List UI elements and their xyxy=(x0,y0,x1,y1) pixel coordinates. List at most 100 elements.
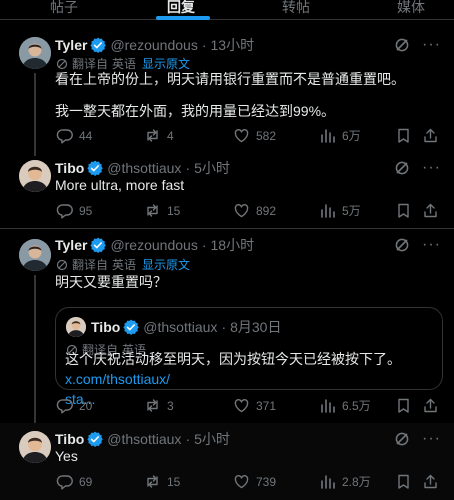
avatar[interactable] xyxy=(19,431,51,463)
like-count: 582 xyxy=(256,128,277,143)
repost-icon xyxy=(147,204,158,217)
more-options-icon[interactable]: ··· xyxy=(422,37,440,57)
views-icon xyxy=(321,399,335,413)
quoted-tweet[interactable]: Tibo @thsottiaux · 8月30日 翻译自 英语 这个庆祝活动移至… xyxy=(55,307,443,407)
grok-icon[interactable] xyxy=(394,431,410,447)
tweet-text: 明天又要重置吗？ xyxy=(55,274,167,290)
reply-button[interactable]: 69 xyxy=(56,473,92,490)
view-count: 6.5万 xyxy=(342,399,371,413)
tweet-header: Tibo @thsottiaux · 5小时 xyxy=(55,429,230,449)
translate-language: 英语 xyxy=(112,258,137,272)
verified-badge-icon xyxy=(87,160,104,176)
view-count: 2.8万 xyxy=(342,475,371,489)
quoted-tweet-header: Tibo @thsottiaux · 8月30日 xyxy=(91,319,282,335)
tab-reposts[interactable]: 转帖 xyxy=(282,0,310,14)
repost-icon xyxy=(147,475,158,488)
tab-posts[interactable]: 帖子 xyxy=(50,0,78,14)
repost-count: 4 xyxy=(167,128,174,143)
tweet-text: Yes xyxy=(55,448,78,464)
tweet-header: Tyler @rezoundous · 13小时 xyxy=(55,35,255,55)
repost-icon xyxy=(147,399,158,412)
tweet-time[interactable]: 18小时 xyxy=(211,235,255,255)
tweet-time[interactable]: 5小时 xyxy=(194,429,230,449)
author-handle[interactable]: @thsottiaux xyxy=(107,160,181,176)
avatar[interactable] xyxy=(66,317,86,337)
repost-button[interactable]: 4 xyxy=(144,127,174,144)
reply-count: 20 xyxy=(79,398,93,413)
tweet-time[interactable]: 13小时 xyxy=(211,35,255,55)
bookmark-icon[interactable] xyxy=(395,473,412,490)
repost-button[interactable]: 15 xyxy=(144,202,180,219)
more-options-icon[interactable]: ··· xyxy=(422,237,440,257)
translate-icon xyxy=(56,58,68,69)
share-icon[interactable] xyxy=(422,202,439,219)
views-button[interactable]: 6万 xyxy=(319,127,361,144)
avatar[interactable] xyxy=(19,239,51,271)
tweet-header: Tyler @rezoundous · 18小时 xyxy=(55,235,255,255)
author-handle[interactable]: @rezoundous xyxy=(110,237,197,253)
translation-note: 翻译自 英语 显示原文 xyxy=(56,256,190,273)
bookmark-icon[interactable] xyxy=(395,127,412,144)
thread-connector xyxy=(34,73,36,156)
author-handle: @thsottiaux xyxy=(143,319,218,335)
author-handle[interactable]: @thsottiaux xyxy=(107,431,181,447)
reply-button[interactable]: 95 xyxy=(56,202,92,219)
views-icon xyxy=(321,475,335,489)
avatar[interactable] xyxy=(19,37,51,69)
like-button[interactable]: 892 xyxy=(233,202,276,219)
tab-replies[interactable]: 回复 xyxy=(167,0,195,14)
views-button[interactable]: 2.8万 xyxy=(319,473,371,490)
more-options-icon[interactable]: ··· xyxy=(422,160,440,180)
share-icon[interactable] xyxy=(422,127,439,144)
grok-icon[interactable] xyxy=(394,37,410,53)
divider xyxy=(0,228,454,229)
like-icon xyxy=(234,203,249,218)
reply-icon xyxy=(56,204,73,219)
like-button[interactable]: 582 xyxy=(233,127,276,144)
share-icon[interactable] xyxy=(422,397,439,414)
more-options-icon[interactable]: ··· xyxy=(422,431,440,451)
tweet-time[interactable]: 5小时 xyxy=(194,158,230,178)
profile-tabs: 帖子 回复 转帖 媒体 xyxy=(0,0,454,20)
reply-count: 95 xyxy=(79,203,93,218)
bookmark-icon[interactable] xyxy=(395,397,412,414)
views-icon xyxy=(321,129,335,143)
repost-button[interactable]: 3 xyxy=(144,397,174,414)
like-count: 892 xyxy=(256,203,277,218)
quoted-text-body: 这个庆祝活动移至明天，因为按钮今天已经被按下了。 xyxy=(65,351,401,367)
reply-button[interactable]: 44 xyxy=(56,127,92,144)
repost-icon xyxy=(147,129,158,142)
views-button[interactable]: 5万 xyxy=(319,202,361,219)
verified-badge-icon xyxy=(90,37,107,53)
like-button[interactable]: 739 xyxy=(233,473,276,490)
tweet-actions: 44 4 582 6万 xyxy=(56,127,439,145)
translate-icon xyxy=(56,259,68,270)
author-name[interactable]: Tyler xyxy=(55,37,87,53)
tab-media[interactable]: 媒体 xyxy=(397,0,425,14)
author-handle[interactable]: @rezoundous xyxy=(110,37,197,53)
view-count: 6万 xyxy=(342,129,361,143)
reply-button[interactable]: 20 xyxy=(56,397,92,414)
like-icon xyxy=(234,474,249,489)
avatar[interactable] xyxy=(19,160,51,192)
tweet-actions: 69 15 739 2.8万 xyxy=(56,473,439,491)
like-button[interactable]: 371 xyxy=(233,397,276,414)
verified-badge-icon xyxy=(123,319,140,335)
tweet-actions: 20 3 371 6.5万 xyxy=(56,397,439,415)
show-original-link[interactable]: 显示原文 xyxy=(142,256,190,273)
thread-connector xyxy=(34,275,36,427)
author-name[interactable]: Tibo xyxy=(55,160,84,176)
views-button[interactable]: 6.5万 xyxy=(319,397,371,414)
author-name[interactable]: Tyler xyxy=(55,237,87,253)
author-name[interactable]: Tibo xyxy=(55,431,84,447)
quoted-link[interactable]: x.com/thsottiaux/ xyxy=(65,371,170,387)
reply-icon xyxy=(56,399,73,414)
repost-count: 3 xyxy=(167,398,174,413)
share-icon[interactable] xyxy=(422,473,439,490)
grok-icon[interactable] xyxy=(394,237,410,253)
author-name[interactable]: Tibo xyxy=(91,319,120,335)
active-tab-indicator xyxy=(156,16,210,20)
bookmark-icon[interactable] xyxy=(395,202,412,219)
grok-icon[interactable] xyxy=(394,160,410,176)
repost-button[interactable]: 15 xyxy=(144,473,180,490)
